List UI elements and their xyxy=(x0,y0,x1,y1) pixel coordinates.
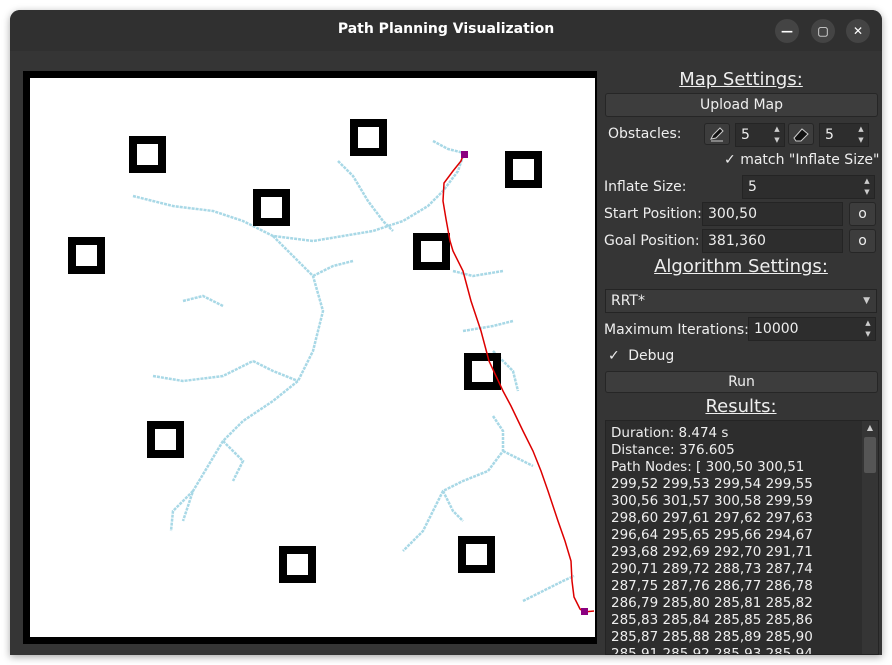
results-box[interactable]: Duration: 8.474 s Distance: 376.605 Path N… xyxy=(605,420,879,655)
debug-checkbox[interactable]: ✓ Debug xyxy=(608,348,674,364)
goal-marker xyxy=(581,608,588,615)
scrollbar-thumb[interactable] xyxy=(864,437,876,473)
pencil-icon xyxy=(710,127,724,142)
map-canvas[interactable] xyxy=(23,71,597,644)
minimize-button[interactable]: — xyxy=(775,19,799,43)
results-line: 298,60 297,61 297,62 297,63 xyxy=(611,510,813,526)
results-line: Path Nodes: [ 300,50 300,51 xyxy=(611,459,805,475)
start-position-label: Start Position: xyxy=(604,206,702,222)
draw-size-input[interactable]: 5 ▲ ▼ xyxy=(735,123,785,147)
results-heading: Results: xyxy=(705,396,777,417)
results-line: 296,64 295,65 295,66 294,67 xyxy=(611,527,813,543)
draw-size-spinner[interactable]: ▲ ▼ xyxy=(770,124,784,146)
results-text: Duration: 8.474 s Distance: 376.605 Path N… xyxy=(611,425,846,655)
scroll-up-icon[interactable]: ▲ xyxy=(865,423,875,432)
results-line: 293,68 292,69 292,70 291,71 xyxy=(611,544,813,560)
max-iterations-spinner[interactable]: ▲ ▼ xyxy=(861,318,875,340)
start-marker xyxy=(461,151,468,158)
erase-size-input[interactable]: 5 ▲ ▼ xyxy=(819,123,869,147)
results-line: 286,79 285,80 285,81 285,82 xyxy=(611,595,813,611)
results-line: 300,56 301,57 300,58 299,59 xyxy=(611,493,813,509)
max-iterations-label: Maximum Iterations: xyxy=(604,322,749,338)
results-line: 290,71 289,72 288,73 287,74 xyxy=(611,561,813,577)
inflate-size-spinner[interactable]: ▲ ▼ xyxy=(860,176,874,198)
goal-position-input[interactable]: 381,360 xyxy=(702,229,843,253)
pick-goal-button[interactable]: o xyxy=(849,229,876,253)
map-drawing xyxy=(30,78,595,637)
results-line: Duration: 8.474 s xyxy=(611,425,729,441)
app-window: Path Planning Visualization — ▢ ✕ Map Se… xyxy=(10,10,882,655)
results-line: 285,83 285,84 285,85 285,86 xyxy=(611,612,813,628)
results-line: 285,91 285,92 285,93 285,94 xyxy=(611,646,813,655)
inflate-size-input[interactable]: 5 ▲ ▼ xyxy=(742,175,875,199)
upload-map-button[interactable]: Upload Map xyxy=(605,93,878,117)
inflate-size-label: Inflate Size: xyxy=(604,179,687,195)
window-title: Path Planning Visualization xyxy=(337,21,555,37)
algorithm-select[interactable]: RRT* ▼ xyxy=(605,289,877,313)
map-settings-heading: Map Settings: xyxy=(679,69,803,90)
eraser-icon xyxy=(793,128,809,142)
results-line: 299,52 299,53 299,54 299,55 xyxy=(611,476,813,492)
results-line: 287,75 287,76 286,77 286,78 xyxy=(611,578,813,594)
max-iterations-input[interactable]: 10000 ▲ ▼ xyxy=(748,317,876,341)
results-scrollbar[interactable]: ▲ xyxy=(862,421,878,654)
maximize-button[interactable]: ▢ xyxy=(811,19,835,43)
start-position-input[interactable]: 300,50 xyxy=(702,202,843,226)
match-inflate-label: match "Inflate Size" xyxy=(740,152,880,168)
erase-size-value: 5 xyxy=(825,127,834,143)
inflate-size-value: 5 xyxy=(748,179,757,195)
algorithm-settings-heading: Algorithm Settings: xyxy=(654,256,828,277)
match-inflate-checkmark: ✓ xyxy=(724,152,736,168)
debug-label: Debug xyxy=(628,348,675,364)
max-iterations-value: 10000 xyxy=(754,321,799,337)
erase-size-spinner[interactable]: ▲ ▼ xyxy=(854,124,868,146)
algorithm-value: RRT* xyxy=(611,293,645,309)
title-bar: Path Planning Visualization — ▢ ✕ xyxy=(10,10,882,51)
results-line: Distance: 376.605 xyxy=(611,442,735,458)
close-button[interactable]: ✕ xyxy=(846,19,870,43)
run-button[interactable]: Run xyxy=(605,371,878,393)
draw-obstacle-button[interactable] xyxy=(704,123,730,145)
obstacles-label: Obstacles: xyxy=(608,126,682,142)
results-line: 285,87 285,88 285,89 285,90 xyxy=(611,629,813,645)
draw-size-value: 5 xyxy=(741,127,750,143)
pick-start-button[interactable]: o xyxy=(849,202,876,226)
goal-position-label: Goal Position: xyxy=(604,233,700,249)
control-panel: Map Settings: Upload Map Obstacles: 5 ▲ ▼… xyxy=(602,68,880,655)
match-inflate-checkbox[interactable]: ✓ match "Inflate Size" xyxy=(724,152,879,168)
erase-obstacle-button[interactable] xyxy=(788,123,814,145)
chevron-down-icon: ▼ xyxy=(863,296,870,306)
debug-checkmark: ✓ xyxy=(608,348,620,364)
